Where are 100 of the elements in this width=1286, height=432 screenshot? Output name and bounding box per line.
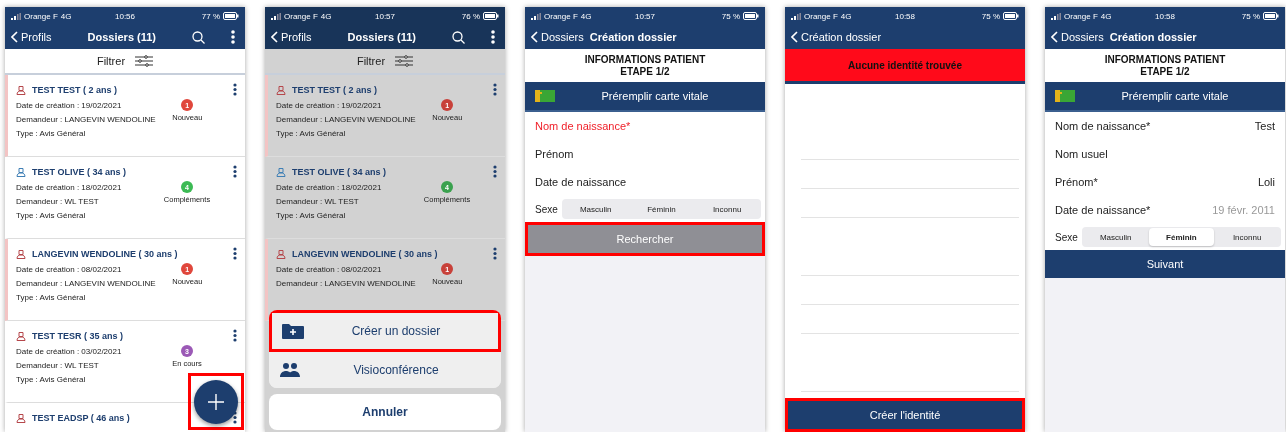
back-chevron-icon — [1051, 31, 1058, 43]
battery-icon — [1003, 12, 1019, 20]
person-icon — [16, 330, 26, 341]
person-icon — [276, 166, 286, 177]
dossier-detail: Type : Avis Général — [276, 210, 347, 222]
battery-percent: 75 % — [721, 11, 740, 21]
filter-icon[interactable] — [135, 55, 154, 67]
submit-button[interactable]: Suivant — [1045, 250, 1285, 278]
network-type: 4G — [320, 11, 332, 21]
battery-icon — [223, 12, 239, 20]
health-card-icon — [535, 90, 555, 102]
people-icon — [279, 362, 301, 378]
cancel-button[interactable]: Annuler — [269, 394, 501, 430]
folder-plus-icon — [282, 323, 304, 339]
battery-percent: 77 % — [201, 11, 220, 21]
input-field[interactable]: Nom usuel — [1045, 140, 1285, 168]
dossier-detail: Demandeur : LANGEVIN WENDOLINE — [16, 278, 156, 290]
signal-icon — [791, 12, 801, 20]
dossier-detail: Date de création : 18/02/2021 — [276, 182, 382, 194]
battery-icon — [743, 12, 759, 20]
carrier-name: Orange F — [1064, 11, 1098, 21]
carrier-name: Orange F — [804, 11, 838, 21]
dossier-detail: Date de création : 08/02/2021 — [16, 264, 123, 276]
screen-title: Création dossier — [589, 31, 678, 43]
prefill-button[interactable]: Préremplir carte vitale — [525, 82, 765, 112]
input-field[interactable]: Date de naissance* 19 févr. 2011 — [1045, 196, 1285, 224]
prefill-button[interactable]: Préremplir carte vitale — [1045, 82, 1285, 112]
dossier-detail: Demandeur : LANGEVIN WENDOLINE — [16, 114, 156, 126]
more-options-icon[interactable] — [233, 165, 237, 178]
sex-option[interactable]: Inconnu — [694, 200, 760, 218]
more-options-icon[interactable] — [233, 329, 237, 342]
battery-percent: 76 % — [461, 11, 480, 21]
section-heading: ETAPE 1/2 — [1140, 65, 1190, 78]
section-heading: INFORMATIONS PATIENT — [1104, 53, 1226, 66]
patient-name: LANGEVIN WENDOLINE ( 30 ans ) — [32, 248, 179, 259]
patient-name: TEST TEST ( 2 ans ) — [292, 84, 378, 95]
more-options-icon[interactable] — [493, 83, 497, 96]
section-heading: ETAPE 1/2 — [620, 65, 670, 78]
dossier-detail: Date de création : 03/02/2021 — [16, 346, 122, 358]
patient-name: LANGEVIN WENDOLINE ( 30 ans ) — [292, 248, 439, 259]
back-link[interactable]: Dossiers — [531, 31, 584, 43]
carrier-name: Orange F — [24, 11, 58, 21]
clock-time: 10:57 — [635, 11, 655, 21]
patient-name: TEST OLIVE ( 34 ans ) — [292, 166, 388, 177]
dossier-detail: Date de création : 19/02/2021 — [276, 100, 383, 112]
patient-name: TEST TESR ( 35 ans ) — [32, 330, 125, 341]
network-type: 4G — [1100, 11, 1112, 21]
patient-name: TEST EADSP ( 46 ans ) — [32, 412, 131, 423]
more-options-icon[interactable] — [233, 247, 237, 260]
person-icon — [276, 84, 286, 95]
sex-option[interactable]: Masculin — [562, 200, 629, 218]
battery-icon — [1263, 12, 1279, 20]
sex-option[interactable]: Inconnu — [1214, 228, 1280, 246]
carrier-name: Orange F — [544, 11, 578, 21]
more-options-icon[interactable] — [493, 165, 497, 178]
network-type: 4G — [840, 11, 852, 21]
back-chevron-icon — [791, 31, 798, 43]
input-field[interactable]: Prénom — [525, 140, 765, 168]
input-field[interactable]: Nom de naissance* Test — [1045, 112, 1285, 140]
search-icon[interactable] — [192, 30, 205, 44]
signal-icon — [1051, 12, 1061, 20]
filter-label[interactable]: Filtrer — [96, 55, 126, 67]
person-icon — [276, 248, 286, 259]
health-card-icon — [1055, 90, 1075, 102]
sex-option[interactable]: Masculin — [1082, 228, 1149, 246]
sex-label: Sexe — [1055, 231, 1078, 243]
alert-banner: Aucune identité trouvée — [785, 49, 1025, 84]
section-heading: INFORMATIONS PATIENT — [584, 53, 706, 66]
back-link[interactable]: Profils — [271, 31, 312, 43]
plus-icon — [207, 392, 225, 411]
submit-button[interactable]: Créer l'identité — [788, 401, 1022, 429]
sex-label: Sexe — [535, 203, 558, 215]
dossier-detail: Demandeur : WL TEST — [16, 196, 100, 208]
more-options-icon[interactable] — [233, 83, 237, 96]
input-field[interactable]: Date de naissance — [525, 168, 765, 196]
signal-icon — [531, 12, 541, 20]
back-link[interactable]: Création dossier — [791, 31, 882, 43]
sex-option[interactable]: Féminin — [1148, 228, 1215, 246]
person-icon — [16, 412, 26, 423]
network-type: 4G — [580, 11, 592, 21]
back-link[interactable]: Profils — [11, 31, 52, 43]
battery-icon — [483, 12, 499, 20]
search-icon[interactable] — [452, 30, 465, 44]
dossier-detail: Demandeur : WL TEST — [276, 196, 360, 208]
back-chevron-icon — [11, 31, 18, 43]
input-field[interactable]: Prénom* Loli — [1045, 168, 1285, 196]
more-options-icon[interactable] — [493, 247, 497, 260]
filter-icon[interactable] — [395, 55, 414, 67]
dossier-detail: Type : Avis Général — [16, 374, 87, 386]
signal-icon — [11, 12, 21, 20]
back-link[interactable]: Dossiers — [1051, 31, 1104, 43]
signal-icon — [271, 12, 281, 20]
filter-label[interactable]: Filtrer — [356, 55, 386, 67]
dossier-detail: Demandeur : WL TEST — [16, 360, 100, 372]
sex-option[interactable]: Féminin — [628, 200, 695, 218]
screen-title: Dossiers (11) — [86, 31, 157, 43]
clock-time: 10:57 — [375, 11, 395, 21]
input-field[interactable]: Nom de naissance* — [525, 112, 765, 140]
battery-percent: 75 % — [981, 11, 1000, 21]
dossier-detail: Type : Avis Général — [16, 210, 87, 222]
